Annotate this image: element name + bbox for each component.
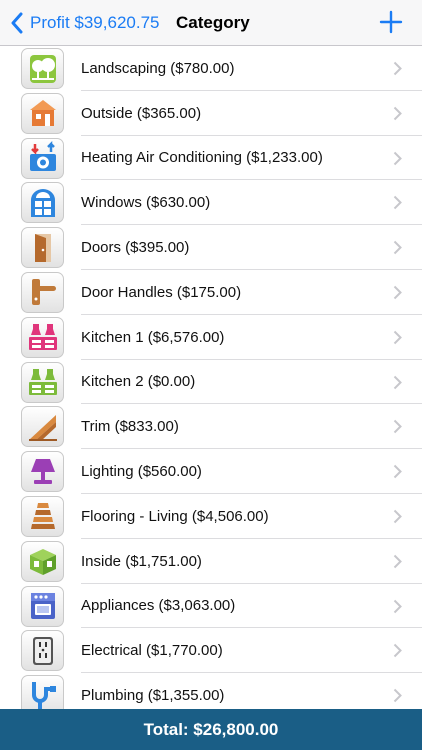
window-icon [21,182,64,224]
category-label: Kitchen 2 ($0.00) [81,373,196,391]
chevron-right-icon [393,509,402,524]
category-label: Appliances ($3,063.00) [81,597,236,615]
category-label: Outside ($365.00) [81,104,202,122]
chevron-right-icon [393,420,402,434]
chevron-right-icon [393,196,402,210]
chevron-right-icon [393,599,402,613]
list-item[interactable]: Lighting ($560.00) [0,449,422,494]
chevron-right-icon [393,151,402,165]
door-handle-icon [21,271,64,313]
category-label: Lighting ($560.00) [81,463,202,481]
back-button[interactable]: Profit $39,620.75 [10,9,159,37]
list-item[interactable]: Windows ($630.00) [0,180,422,226]
category-label: Doors ($395.00) [81,239,190,257]
chevron-right-icon [393,554,402,568]
category-label: Trim ($833.00) [81,418,179,436]
list-item[interactable]: Flooring - Living ($4,506.00) [0,494,422,539]
page-title: Category [176,13,250,32]
category-list: Landscaping ($780.00) Outside ($365.00) … [0,46,422,709]
list-item[interactable]: Doors ($395.00) [0,225,422,270]
chevron-right-icon [393,330,402,344]
category-label: Kitchen 1 ($6,576.00) [81,328,225,346]
chevron-right-icon [393,375,402,389]
chevron-right-icon [393,644,402,658]
total-bar: Total: $26,800.00 [0,709,422,750]
tree-icon [21,48,64,89]
list-item[interactable]: Landscaping ($780.00) [0,46,422,91]
list-item[interactable]: Outside ($365.00) [0,91,422,136]
category-label: Inside ($1,751.00) [81,552,202,570]
category-label: Plumbing ($1,355.00) [81,687,225,705]
category-label: Windows ($630.00) [81,194,211,212]
list-item[interactable]: Kitchen 2 ($0.00) [0,360,422,405]
list-item[interactable]: Trim ($833.00) [0,404,422,450]
lamp-icon [21,451,64,493]
outlet-icon [21,630,64,672]
category-label: Landscaping ($780.00) [81,59,235,77]
total-label: Total: $26,800.00 [143,719,279,739]
door-icon [21,227,64,269]
chevron-right-icon [393,61,402,76]
stove-icon [21,585,64,627]
trim-icon [21,406,64,448]
navigation-bar: Profit $39,620.75 Category [0,0,422,46]
chevron-right-icon [393,688,402,703]
back-button-label: Profit $39,620.75 [30,13,160,32]
kitchen-pink-icon [21,316,64,358]
chevron-right-icon [393,240,402,255]
category-label: Door Handles ($175.00) [81,283,242,301]
chevron-right-icon [393,106,402,121]
list-item[interactable]: Plumbing ($1,355.00) [0,673,422,709]
add-category-button[interactable] [378,9,404,35]
list-item[interactable]: Kitchen 1 ($6,576.00) [0,315,422,360]
category-label: Flooring - Living ($4,506.00) [81,507,269,525]
pipe-icon [21,675,64,709]
flooring-icon [21,495,64,537]
category-label: Heating Air Conditioning ($1,233.00) [81,149,323,167]
list-item[interactable]: Door Handles ($175.00) [0,270,422,315]
kitchen-green-icon [21,361,64,403]
chevron-right-icon [393,464,402,479]
list-item[interactable]: Appliances ($3,063.00) [0,584,422,629]
hvac-icon [21,137,64,179]
box-icon [21,540,64,582]
chevron-left-icon [11,12,23,34]
house-icon [21,92,64,134]
chevron-right-icon [393,285,402,300]
list-item[interactable]: Heating Air Conditioning ($1,233.00) [0,136,422,181]
list-item[interactable]: Electrical ($1,770.00) [0,628,422,674]
list-item[interactable]: Inside ($1,751.00) [0,539,422,584]
category-label: Electrical ($1,770.00) [81,642,223,660]
